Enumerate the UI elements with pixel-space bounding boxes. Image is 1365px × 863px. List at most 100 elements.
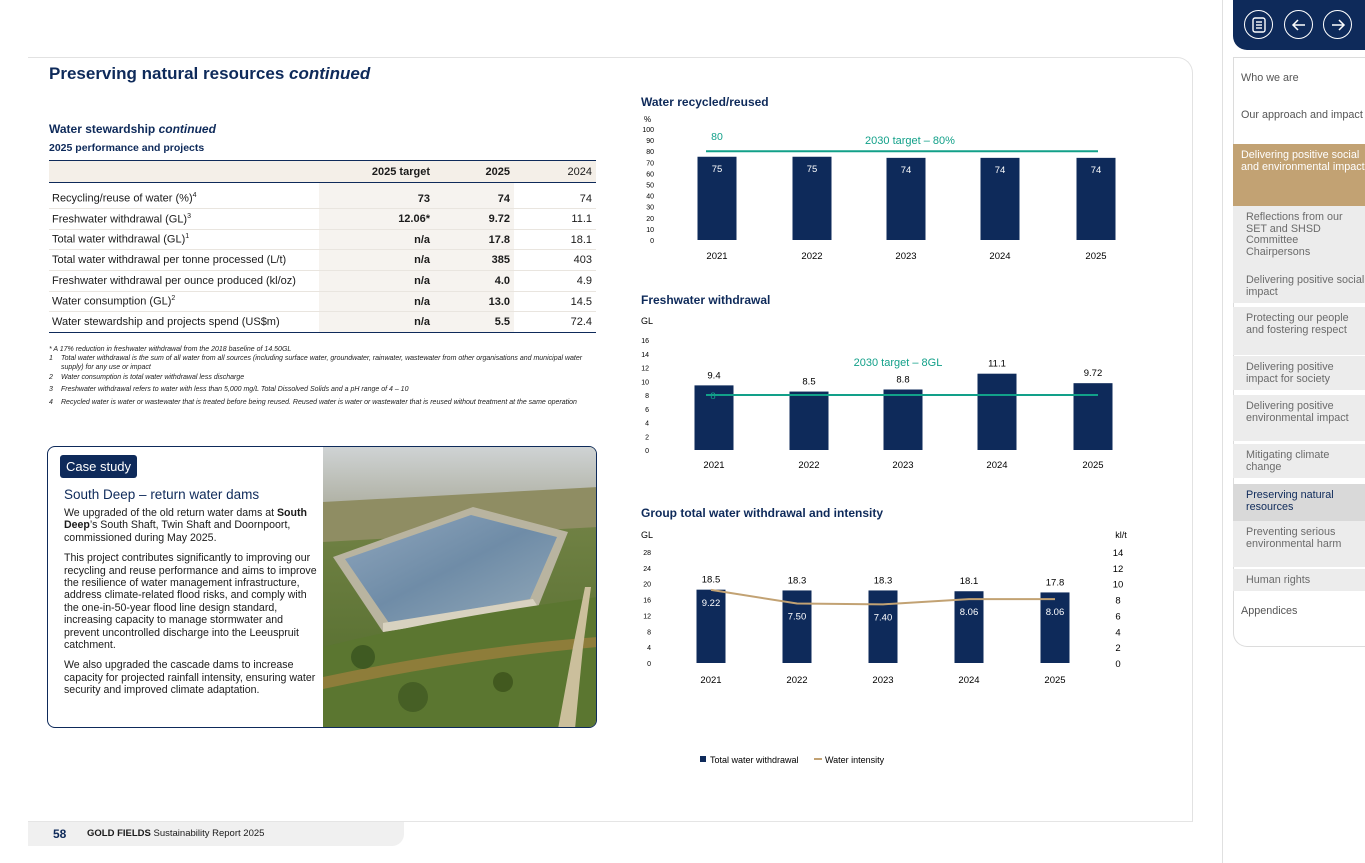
footnote-text: * A 17% reduction in freshwater withdraw…: [49, 346, 292, 353]
bar-value-label: 8.8: [896, 375, 909, 386]
y-tick-label: 8: [645, 393, 649, 400]
y-tick-label: 20: [646, 216, 654, 223]
cell-2024: 11.1: [514, 208, 596, 230]
sidebar-item[interactable]: Our approach and impact: [1233, 109, 1365, 134]
chart-group-withdrawal-intensity: GL kl/t04812162024280246810121418.5202118…: [641, 530, 1127, 765]
table-row: Water stewardship and projects spend (US…: [49, 311, 596, 334]
sidebar-item[interactable]: Protecting our people and fostering resp…: [1233, 307, 1365, 355]
bar-value-label: 9.4: [707, 370, 720, 381]
footnote-text: Water consumption is total water withdra…: [61, 373, 245, 381]
bar-value-label: 74: [995, 165, 1006, 176]
y-tick-label: 70: [646, 160, 654, 167]
footnotes: * A 17% reduction in freshwater withdraw…: [49, 345, 594, 410]
x-tick-label: 2022: [786, 675, 807, 686]
x-tick-label: 2022: [801, 251, 822, 262]
cell-2025: 17.8: [434, 229, 514, 251]
cell-2025: 4.0: [434, 270, 514, 292]
cell-2024: 403: [514, 249, 596, 272]
bar: [883, 389, 923, 450]
target-value-label: 8: [710, 391, 715, 402]
y-tick-label-right: 8: [1115, 596, 1120, 607]
y-tick-label-right: 6: [1115, 611, 1120, 622]
row-label: Recycling/reuse of water (%)4: [49, 182, 319, 209]
y-axis-label: %: [644, 115, 651, 124]
bar-value-label: 74: [901, 165, 912, 176]
bar: [789, 391, 829, 450]
y-tick-label: 4: [647, 645, 651, 652]
case-paragraph: We also upgraded the cascade dams to inc…: [64, 659, 316, 697]
table-row: Freshwater withdrawal per ounce produced…: [49, 270, 596, 292]
y-tick-label-right: 0: [1115, 659, 1120, 670]
y-tick-label-right: 10: [1113, 580, 1124, 591]
table-header: 2025: [434, 160, 514, 183]
x-tick-label: 2024: [986, 460, 1007, 471]
cell-2024: 74: [514, 182, 596, 209]
footnote-text: Recycled water is water or wastewater th…: [61, 398, 577, 406]
y-tick-label: 0: [650, 238, 654, 245]
bar: [868, 590, 898, 663]
cell-target: 73: [319, 182, 434, 209]
bar-value-label: 17.8: [1046, 577, 1065, 588]
page-number: 58: [53, 827, 67, 841]
performance-table: 2025 target 2025 2024 Recycling/reuse of…: [49, 160, 596, 334]
row-label: Water consumption (GL)2: [49, 291, 319, 313]
table-header: 2025 target: [319, 160, 434, 183]
x-tick-label: 2024: [989, 251, 1010, 262]
target-value-label: 80: [711, 131, 723, 143]
bar-value-label: 18.3: [874, 575, 893, 586]
sidebar-item[interactable]: Delivering positive impact for society: [1233, 356, 1365, 390]
bar: [1073, 383, 1113, 450]
y-tick-label: 60: [646, 171, 654, 178]
bar-value-label: 74: [1091, 165, 1102, 176]
chart-freshwater-withdrawal: GL 0 2 4 6 8 10 12 14 16 9.4 2021 8.5 2022 8.8 2023 11.1…: [641, 316, 1113, 471]
cell-2024: 18.1: [514, 229, 596, 251]
cell-2025: 9.72: [434, 208, 514, 230]
sidebar-item[interactable]: Preserving natural resources: [1233, 484, 1365, 522]
case-paragraph: This project contributes significantly t…: [64, 552, 317, 652]
page-title: Preserving natural resources continued: [49, 64, 371, 83]
cell-target: n/a: [319, 291, 434, 313]
sidebar-item[interactable]: Reflections from our SET and SHSD Commit…: [1233, 206, 1365, 272]
cell-target: 12.06*: [319, 208, 434, 230]
y-axis-label: GL: [641, 316, 653, 326]
sidebar-item[interactable]: Delivering positive environmental impact: [1233, 395, 1365, 441]
bar-value-label: 11.1: [988, 359, 1006, 370]
chart-title-recycled: Water recycled/reused: [641, 95, 769, 109]
sidebar-item[interactable]: Delivering positive social impact: [1233, 269, 1365, 303]
x-tick-label: 2021: [700, 675, 721, 686]
y-tick-label: 90: [646, 138, 654, 145]
sidebar-item[interactable]: Preventing serious environmental harm: [1233, 521, 1365, 567]
bar: [1040, 592, 1070, 663]
y-tick-label: 50: [646, 183, 654, 190]
sidebar-item[interactable]: Human rights: [1233, 569, 1365, 591]
y-tick-label: 80: [646, 149, 654, 156]
chart-water-recycled: % 0 10 20 30 40 50 60 70 80 90 100 75 2021 75 2022 74 202…: [642, 115, 1116, 262]
x-tick-label: 2025: [1044, 675, 1065, 686]
sidebar-item[interactable]: Mitigating climate change: [1233, 444, 1365, 478]
y-tick-label: 28: [643, 550, 651, 557]
y-tick-label: 30: [646, 205, 654, 212]
cell-2025: 13.0: [434, 291, 514, 313]
bar-value-label: 75: [807, 164, 818, 175]
y-tick-label: 40: [646, 194, 654, 201]
sidebar-item[interactable]: Appendices: [1233, 605, 1365, 622]
row-label: Total water withdrawal per tonne process…: [49, 249, 319, 272]
navigation-bar: [1233, 0, 1365, 50]
legend-label: Total water withdrawal: [710, 755, 799, 765]
table-row: Water consumption (GL)2 n/a 13.0 14.5: [49, 291, 596, 313]
arrow-left-icon[interactable]: [1284, 10, 1313, 39]
sidebar-item[interactable]: Who we are: [1233, 72, 1365, 87]
cell-2025: 74: [434, 182, 514, 209]
target-label: 2030 target – 80%: [865, 135, 955, 147]
sidebar-item[interactable]: Delivering positive social and environme…: [1233, 144, 1365, 206]
section-title: Water stewardship continued: [49, 122, 216, 136]
table-header: [49, 160, 319, 183]
arrow-right-icon[interactable]: [1323, 10, 1352, 39]
chart-title-group: Group total water withdrawal and intensi…: [641, 506, 884, 520]
line-value-label: 8.06: [1046, 607, 1065, 618]
cell-target: n/a: [319, 311, 434, 334]
y-tick-label: 100: [642, 127, 654, 134]
footnote: 3 Freshwater withdrawal refers to water w…: [49, 385, 594, 398]
contents-icon[interactable]: [1244, 10, 1273, 39]
target-label: 2030 target – 8GL: [854, 357, 943, 369]
